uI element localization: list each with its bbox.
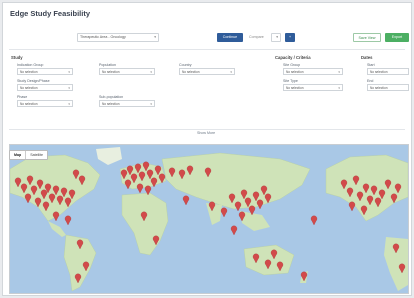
section-study: Study — [11, 55, 23, 60]
map-canvas — [10, 145, 408, 293]
filter-label: Start — [367, 63, 375, 67]
filter-select[interactable]: No selection ▾ — [283, 68, 343, 75]
continue-button[interactable]: Continue — [217, 33, 243, 42]
compare-label[interactable]: Compare — [249, 35, 264, 39]
compare-select[interactable]: ▾ — [271, 33, 281, 42]
filter-value: No selection — [20, 86, 38, 90]
filter-value: No selection — [370, 70, 388, 74]
chevron-down-icon: ▾ — [276, 35, 278, 39]
filter-value: No selection — [20, 102, 38, 106]
filter-label: Country — [179, 63, 192, 67]
select-value: Therapeutic Area - Oncology — [80, 35, 126, 39]
page-title: Edge Study Feasibility — [10, 9, 91, 18]
world-map[interactable] — [9, 144, 409, 294]
tab-satellite[interactable]: Satellite — [26, 151, 47, 159]
filter-select[interactable]: No selection ▾ — [179, 68, 235, 75]
add-button[interactable]: + — [285, 33, 295, 42]
filter-value: No selection — [102, 102, 120, 106]
filter-label: Population — [99, 63, 116, 67]
therapeutic-area-select[interactable]: Therapeutic Area - Oncology ▾ — [77, 33, 159, 42]
filter-select[interactable]: No selection ▾ — [99, 68, 155, 75]
tab-map[interactable]: Map — [10, 151, 27, 159]
map-type-tabs: Map Satellite — [9, 150, 48, 160]
filter-select[interactable]: No selection ▾ — [17, 84, 73, 91]
filter-value: No selection — [370, 86, 388, 90]
filter-label: Site Group — [283, 63, 301, 67]
date-input[interactable]: No selection — [367, 68, 409, 75]
chevron-down-icon: ▾ — [338, 69, 340, 74]
filter-value: No selection — [182, 70, 200, 74]
filter-select[interactable]: No selection ▾ — [99, 100, 155, 107]
divider — [9, 129, 405, 130]
chevron-down-icon: ▾ — [68, 69, 70, 74]
filter-value: No selection — [102, 70, 120, 74]
chevron-down-icon: ▾ — [154, 35, 156, 39]
chevron-down-icon: ▾ — [68, 85, 70, 90]
export-button[interactable]: Export — [385, 33, 409, 42]
filter-value: No selection — [286, 86, 304, 90]
chevron-down-icon: ▾ — [230, 69, 232, 74]
filter-value: No selection — [20, 70, 38, 74]
filter-label: Phase — [17, 95, 28, 99]
date-input[interactable]: No selection — [367, 84, 409, 91]
section-dates: Dates — [361, 55, 373, 60]
chevron-down-icon: ▾ — [68, 101, 70, 106]
filter-label: Sub-population — [99, 95, 124, 99]
filter-label: End — [367, 79, 374, 83]
save-view-button[interactable]: Save View — [353, 33, 381, 42]
filter-value: No selection — [286, 70, 304, 74]
filter-select[interactable]: No selection ▾ — [283, 84, 343, 91]
filter-select[interactable]: No selection ▾ — [17, 100, 73, 107]
filter-label: Study Design/Phase — [17, 79, 50, 83]
show-more-link[interactable]: Show More — [197, 131, 215, 135]
section-capacity: Capacity / Criteria — [275, 55, 311, 60]
filter-label: Indication Group — [17, 63, 44, 67]
filter-label: Site Type — [283, 79, 298, 83]
divider — [9, 49, 405, 50]
chevron-down-icon: ▾ — [150, 69, 152, 74]
chevron-down-icon: ▾ — [338, 85, 340, 90]
filter-select[interactable]: No selection ▾ — [17, 68, 73, 75]
chevron-down-icon: ▾ — [150, 101, 152, 106]
